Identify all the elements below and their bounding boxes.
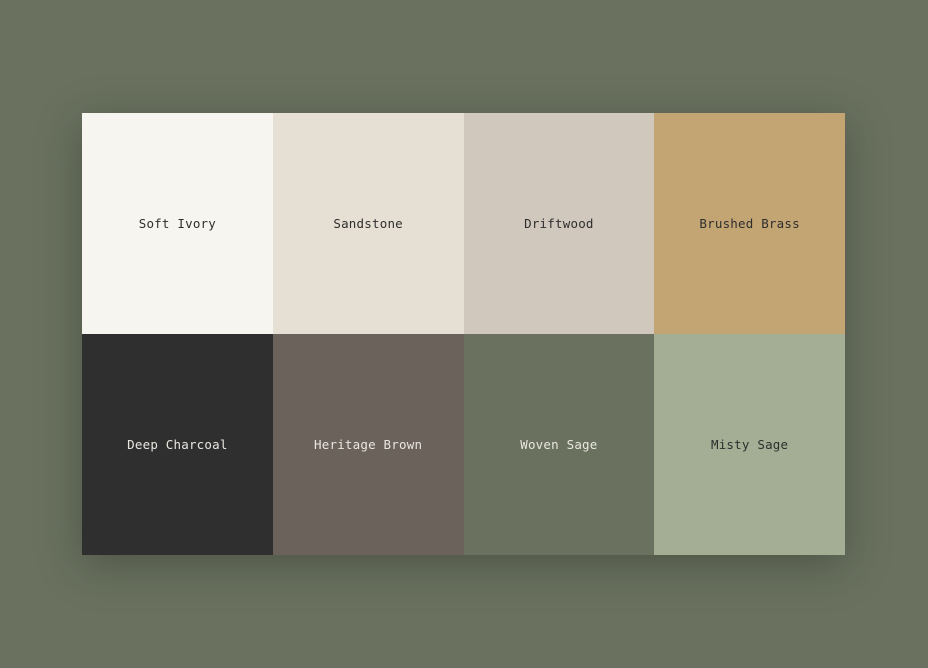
color-palette-grid: Soft Ivory Sandstone Driftwood Brushed B… — [82, 113, 845, 555]
swatch-driftwood[interactable]: Driftwood — [463, 113, 655, 334]
swatch-label: Sandstone — [333, 216, 403, 231]
swatch-heritage-brown[interactable]: Heritage Brown — [272, 334, 464, 555]
swatch-misty-sage[interactable]: Misty Sage — [654, 334, 845, 555]
swatch-label: Brushed Brass — [699, 216, 800, 231]
swatch-label: Misty Sage — [710, 437, 789, 452]
swatch-label: Woven Sage — [520, 437, 598, 452]
swatch-brushed-brass[interactable]: Brushed Brass — [654, 113, 845, 334]
swatch-deep-charcoal[interactable]: Deep Charcoal — [82, 334, 273, 555]
swatch-label: Driftwood — [524, 216, 594, 231]
swatch-soft-ivory[interactable]: Soft Ivory — [82, 113, 273, 334]
swatch-label: Soft Ivory — [138, 216, 216, 231]
swatch-label: Deep Charcoal — [127, 437, 228, 452]
swatch-woven-sage[interactable]: Woven Sage — [463, 334, 655, 555]
swatch-label: Heritage Brown — [314, 437, 423, 452]
swatch-sandstone[interactable]: Sandstone — [272, 113, 464, 334]
